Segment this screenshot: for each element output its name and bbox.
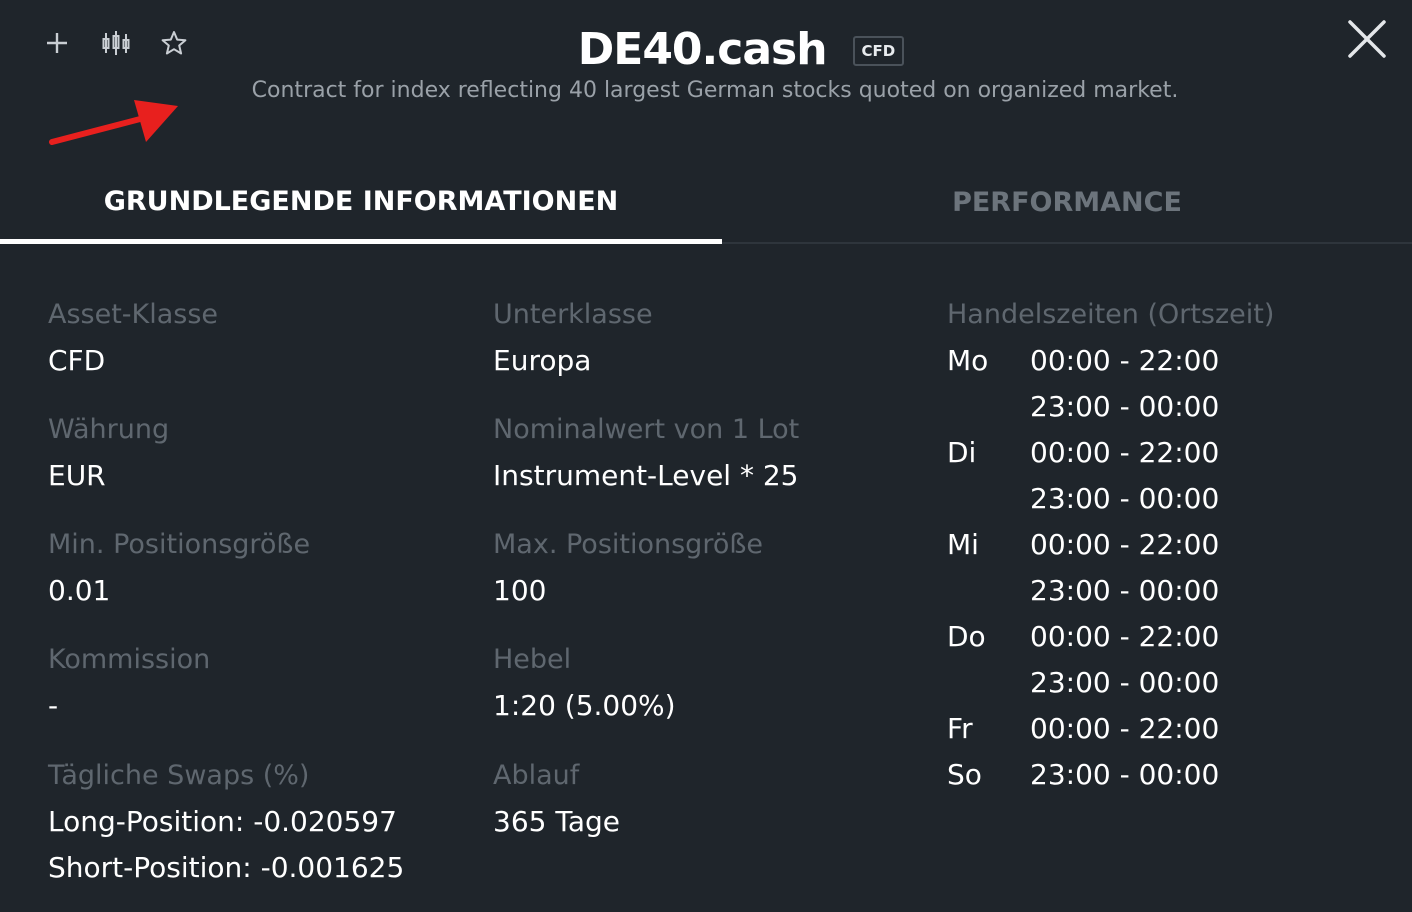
asset-class-value: CFD: [48, 344, 106, 377]
trading-hours-row: 23:00 - 00:00: [947, 475, 1274, 521]
instrument-info-panel: DE40.cash CFD Contract for index reflect…: [0, 0, 1412, 912]
trading-day: Di: [947, 435, 977, 469]
trading-hours-row: 23:00 - 00:00: [947, 659, 1274, 705]
field-currency: Währung EUR: [48, 413, 169, 493]
subclass-label: Unterklasse: [493, 299, 653, 330]
field-subclass: Unterklasse Europa: [493, 298, 653, 378]
currency-value: EUR: [48, 459, 106, 492]
max-position-size-value: 100: [493, 574, 547, 607]
subclass-value: Europa: [493, 344, 592, 377]
trading-hours-row: Mi 00:00 - 22:00: [947, 521, 1274, 567]
trading-hours-row: So 23:00 - 00:00: [947, 751, 1274, 797]
trading-day: So: [947, 757, 982, 791]
annotation-arrow-icon: [49, 100, 178, 145]
field-expiry: Ablauf 365 Tage: [493, 759, 620, 839]
trading-hours-label: Handelszeiten (Ortszeit): [947, 299, 1275, 330]
trading-time: 00:00 - 22:00: [1030, 435, 1220, 469]
commission-label: Kommission: [48, 644, 211, 675]
trading-day: Mo: [947, 343, 989, 377]
field-asset-class: Asset-Klasse CFD: [48, 298, 218, 378]
instrument-type-badge: CFD: [852, 36, 905, 66]
tab-bar: GRUNDLEGENDE INFORMATIONEN PERFORMANCE: [0, 160, 1412, 244]
min-position-size-label: Min. Positionsgröße: [48, 529, 311, 560]
asset-class-label: Asset-Klasse: [48, 299, 219, 330]
expiry-label: Ablauf: [493, 760, 580, 791]
title-row: DE40.cash CFD: [0, 18, 1412, 80]
leverage-value: 1:20 (5.00%): [493, 689, 676, 722]
trading-time: 23:00 - 00:00: [1030, 573, 1220, 607]
trading-time: 23:00 - 00:00: [1030, 757, 1220, 791]
nominal-value-value: Instrument-Level * 25: [493, 459, 799, 492]
trading-hours-row: 23:00 - 00:00: [947, 383, 1274, 429]
expiry-value: 365 Tage: [493, 805, 620, 838]
trading-time: 00:00 - 22:00: [1030, 619, 1220, 653]
trading-day: Fr: [947, 711, 973, 745]
field-leverage: Hebel 1:20 (5.00%): [493, 643, 676, 723]
close-icon[interactable]: [1344, 16, 1390, 62]
trading-hours-row: Fr 00:00 - 22:00: [947, 705, 1274, 751]
swap-short-value: Short-Position: -0.001625: [48, 851, 405, 884]
trading-hours-row: Mo 00:00 - 22:00: [947, 337, 1274, 383]
tab-performance[interactable]: PERFORMANCE: [722, 160, 1412, 244]
trading-day: Mi: [947, 527, 979, 561]
max-position-size-label: Max. Positionsgröße: [493, 529, 763, 560]
leverage-label: Hebel: [493, 644, 572, 675]
page-title: DE40.cash: [577, 23, 828, 75]
nominal-value-label: Nominalwert von 1 Lot: [493, 414, 800, 445]
field-commission: Kommission -: [48, 643, 210, 723]
commission-value: -: [48, 689, 59, 722]
tab-basic-information[interactable]: GRUNDLEGENDE INFORMATIONEN: [0, 160, 722, 244]
field-daily-swaps: Tägliche Swaps (%) Long-Position: -0.020…: [48, 759, 404, 885]
min-position-size-value: 0.01: [48, 574, 111, 607]
instrument-description: Contract for index reflecting 40 largest…: [251, 78, 1179, 103]
trading-hours-list: Mo 00:00 - 22:00 23:00 - 00:00 Di 00:00 …: [947, 337, 1274, 797]
swap-long-value: Long-Position: -0.020597: [48, 805, 397, 838]
daily-swaps-label: Tägliche Swaps (%): [48, 760, 310, 791]
field-max-position-size: Max. Positionsgröße 100: [493, 528, 763, 608]
trading-hours-row: 23:00 - 00:00: [947, 567, 1274, 613]
trading-hours-row: Di 00:00 - 22:00: [947, 429, 1274, 475]
trading-time: 23:00 - 00:00: [1030, 665, 1220, 699]
trading-time: 00:00 - 22:00: [1030, 711, 1220, 745]
field-nominal-value: Nominalwert von 1 Lot Instrument-Level *…: [493, 413, 799, 493]
trading-hours: Handelszeiten (Ortszeit) Mo 00:00 - 22:0…: [947, 298, 1274, 797]
currency-label: Währung: [48, 414, 170, 445]
trading-hours-row: Do 00:00 - 22:00: [947, 613, 1274, 659]
trading-day: Do: [947, 619, 986, 653]
field-min-position-size: Min. Positionsgröße 0.01: [48, 528, 310, 608]
trading-time: 23:00 - 00:00: [1030, 481, 1220, 515]
trading-time: 23:00 - 00:00: [1030, 389, 1220, 423]
trading-time: 00:00 - 22:00: [1030, 343, 1220, 377]
trading-time: 00:00 - 22:00: [1030, 527, 1220, 561]
